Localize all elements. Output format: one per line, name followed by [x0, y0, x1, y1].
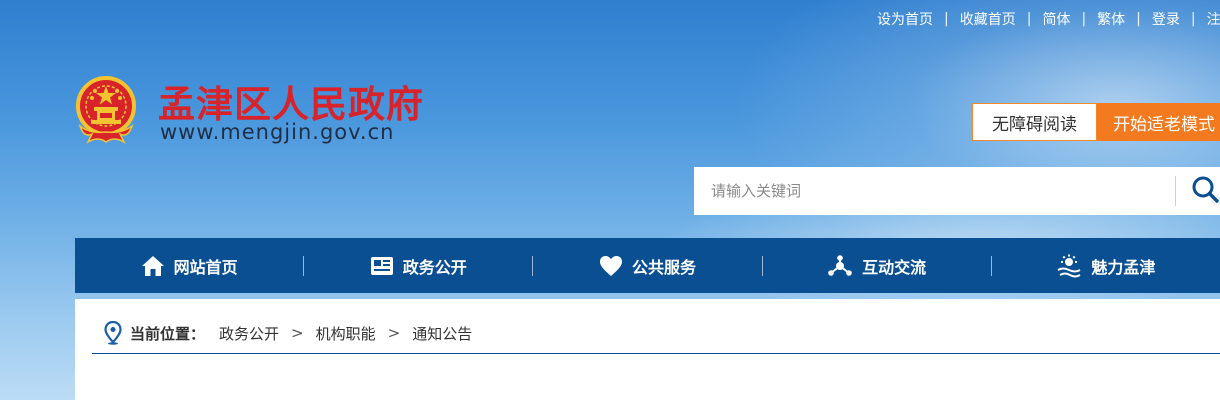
barrier-free-reading-button[interactable]: 无障碍阅读	[972, 103, 1097, 141]
elder-mode-button[interactable]: 开始适老模式	[1097, 103, 1220, 141]
separator: |	[1136, 11, 1141, 27]
heart-icon	[599, 255, 623, 277]
top-links-bar: 设为首页 | 收藏首页 | 简体 | 繁体 | 登录 | 注	[877, 9, 1220, 29]
breadcrumb-item[interactable]: 机构职能	[316, 323, 376, 344]
breadcrumb-divider	[92, 353, 1220, 354]
nav-item-label: 互动交流	[862, 257, 927, 277]
nav-item-interaction[interactable]: 互动交流	[763, 238, 991, 293]
nav-item-charm-mengjin[interactable]: 魅力孟津	[992, 238, 1220, 293]
national-emblem-icon[interactable]	[74, 76, 138, 148]
search-bar	[694, 167, 1220, 215]
nav-item-label: 网站首页	[173, 257, 238, 277]
site-url: www.mengjin.gov.cn	[160, 120, 395, 144]
search-icon	[1190, 174, 1220, 208]
location-pin-icon	[104, 321, 122, 345]
scenery-icon	[1056, 254, 1082, 278]
breadcrumb-arrow: >	[387, 324, 401, 342]
traditional-chinese-link[interactable]: 繁体	[1097, 9, 1125, 29]
breadcrumb-label: 当前位置：	[130, 324, 206, 343]
nav-item-label: 公共服务	[631, 257, 696, 277]
login-link[interactable]: 登录	[1152, 9, 1180, 29]
search-button[interactable]	[1176, 167, 1220, 215]
home-icon	[141, 255, 165, 277]
accessibility-buttons: 无障碍阅读 开始适老模式	[972, 103, 1220, 141]
nav-item-public-service[interactable]: 公共服务	[533, 238, 761, 293]
breadcrumb-item[interactable]: 政务公开	[219, 323, 279, 344]
document-icon	[370, 256, 394, 276]
nav-item-label: 魅力孟津	[1091, 257, 1156, 277]
main-nav: 网站首页 政务公开 公共服务 互动交流 魅力孟津	[75, 238, 1220, 293]
search-input[interactable]	[694, 167, 1175, 215]
simplified-chinese-link[interactable]: 简体	[1042, 9, 1070, 29]
nav-item-label: 政务公开	[402, 257, 467, 277]
network-icon	[827, 254, 853, 277]
nav-item-home[interactable]: 网站首页	[75, 238, 303, 293]
separator: |	[1190, 11, 1196, 27]
favorite-link[interactable]: 收藏首页	[960, 9, 1016, 29]
breadcrumb-arrow: >	[291, 324, 304, 342]
nav-item-government-affairs[interactable]: 政务公开	[304, 238, 532, 293]
set-home-link[interactable]: 设为首页	[877, 9, 933, 29]
breadcrumb: 当前位置： 政务公开 > 机构职能 > 通知公告	[104, 321, 472, 345]
separator: |	[1081, 11, 1087, 27]
separator: |	[944, 11, 949, 27]
separator: |	[1026, 11, 1032, 27]
register-link[interactable]: 注	[1207, 9, 1220, 29]
content-panel: 当前位置： 政务公开 > 机构职能 > 通知公告	[75, 299, 1220, 400]
breadcrumb-item[interactable]: 通知公告	[412, 323, 472, 344]
